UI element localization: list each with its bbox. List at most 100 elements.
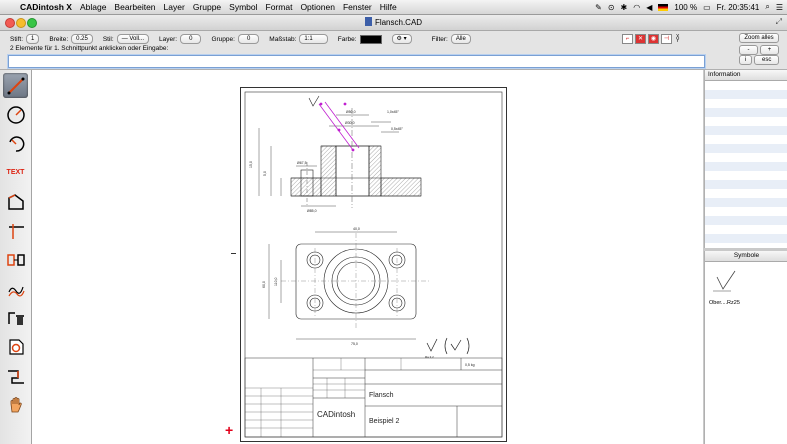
line-tool-icon xyxy=(7,77,24,94)
group-label: Gruppe: xyxy=(211,35,235,43)
technical-drawing[interactable]: Ø50,0 1,0x45° Ø30,0 0,5x45° Ø67,5 Ø85,0 … xyxy=(241,88,506,441)
group-field[interactable]: 0 xyxy=(237,34,260,44)
information-panel-title: Information xyxy=(705,70,787,81)
zoom-in-button[interactable]: + xyxy=(760,45,779,55)
fullscreen-arrows-icon[interactable]: ⤢ xyxy=(776,17,782,27)
dimension-tool-icon xyxy=(6,253,25,266)
menu-format[interactable]: Format xyxy=(266,2,293,12)
snap-xy-icon[interactable]: XY xyxy=(676,35,679,44)
menu-bearbeiten[interactable]: Bearbeiten xyxy=(114,2,155,12)
battery-icon[interactable]: ▭ xyxy=(703,3,711,12)
color-swatch[interactable] xyxy=(359,34,382,44)
arc-tool[interactable] xyxy=(3,131,28,156)
dim-d5: Ø67,5 xyxy=(297,161,307,165)
bluetooth-icon[interactable]: ✱ xyxy=(621,3,628,12)
attribute-toolbar: Stift: 1 Breite: 0.25 Stil: — Voll... La… xyxy=(0,31,787,70)
step-tool[interactable] xyxy=(3,363,28,388)
trim-tool[interactable] xyxy=(3,218,28,243)
script-menu-icon[interactable]: ✎ xyxy=(595,3,602,12)
drawing-canvas[interactable]: Ø50,0 1,0x45° Ø30,0 0,5x45° Ø67,5 Ø85,0 … xyxy=(32,70,703,444)
timemachine-icon[interactable]: ⊙ xyxy=(608,3,615,12)
dim-d10: 75,0 xyxy=(351,342,358,346)
app-menu[interactable]: CADintosh X xyxy=(20,2,72,12)
snap-center-icon[interactable]: ◉ xyxy=(648,34,659,44)
snap-perpendicular-icon[interactable]: ⊣ xyxy=(661,34,672,44)
snap-buttons: ⌐ ✕ ◉ ⊣ XY xyxy=(622,34,679,44)
title-weight: 0,5 kg xyxy=(465,363,475,367)
scale-select[interactable]: 1:1 xyxy=(299,34,328,44)
dimension-tool[interactable] xyxy=(3,247,28,272)
dim-d9: 40,0 xyxy=(353,227,360,231)
hatch-tool[interactable] xyxy=(3,276,28,301)
delete-tool-icon xyxy=(7,311,24,325)
pan-hand-icon xyxy=(10,396,22,412)
window-title-text: Flansch.CAD xyxy=(374,18,423,27)
symbol-tool[interactable] xyxy=(3,334,28,359)
info-button[interactable]: i xyxy=(739,55,753,65)
symbol-item-label: Ober....Rz25 xyxy=(709,300,740,306)
menu-optionen[interactable]: Optionen xyxy=(300,2,335,12)
hatch-tool-icon xyxy=(7,286,25,297)
wifi-icon[interactable]: ◠ xyxy=(633,3,640,12)
zoom-all-button[interactable]: Zoom alles xyxy=(739,33,779,43)
information-list[interactable] xyxy=(705,81,787,248)
volume-icon[interactable]: ◀ xyxy=(646,3,652,12)
delete-tool[interactable] xyxy=(3,305,28,330)
dim-d7: 15,0 xyxy=(249,161,253,168)
snap-endpoint-icon[interactable]: ⌐ xyxy=(622,34,633,44)
section-view xyxy=(258,108,422,208)
text-tool[interactable]: TEXT xyxy=(3,160,28,185)
pen-label: Stift: xyxy=(10,35,24,43)
sheet-edge-mark xyxy=(231,253,236,254)
menu-layer[interactable]: Layer xyxy=(164,2,185,12)
notification-list-icon[interactable]: ☰ xyxy=(776,3,783,12)
menu-hilfe[interactable]: Hilfe xyxy=(380,2,397,12)
menu-gruppe[interactable]: Gruppe xyxy=(193,2,221,12)
pen-select[interactable]: 1 xyxy=(26,34,40,44)
spotlight-search-icon[interactable]: ⌕ xyxy=(765,2,769,12)
zoom-out-button[interactable]: - xyxy=(739,45,758,55)
dim-d6: Ø85,0 xyxy=(307,209,317,213)
attribute-row: Stift: 1 Breite: 0.25 Stil: — Voll... La… xyxy=(10,34,481,44)
title-sheet: Beispiel 2 xyxy=(369,418,399,425)
menu-symbol[interactable]: Symbol xyxy=(229,2,257,12)
dim-d3: Ø30,0 xyxy=(345,121,355,125)
filter-select[interactable]: Alle xyxy=(450,34,471,44)
surface-symbol-icon xyxy=(713,270,736,292)
width-field[interactable]: 0.25 xyxy=(71,34,93,44)
german-flag-icon[interactable] xyxy=(658,3,669,11)
menu-clock[interactable]: Fr. 20:35:41 xyxy=(717,3,760,12)
dim-d15: Ra 3,2 xyxy=(425,355,434,359)
layer-field[interactable]: 0 xyxy=(180,34,202,44)
circle-tool-icon xyxy=(6,105,25,124)
surface-finish-symbol xyxy=(426,337,470,355)
escape-button[interactable]: esc xyxy=(754,55,779,65)
layer-label: Layer: xyxy=(159,35,178,43)
symbol-item[interactable]: Ober....Rz25 xyxy=(709,269,749,306)
line-tool[interactable] xyxy=(3,73,28,98)
dim-d1: Ø50,0 xyxy=(346,110,356,114)
circle-tool[interactable] xyxy=(3,102,28,127)
command-prompt: 2 Elemente für 1. Schnittpunkt anklicken… xyxy=(10,45,169,52)
settings-gear-icon[interactable]: ⚙ ▾ xyxy=(391,34,412,44)
drawing-sheet[interactable]: Ø50,0 1,0x45° Ø30,0 0,5x45° Ø67,5 Ø85,0 … xyxy=(240,87,507,442)
snap-intersection-icon[interactable]: ✕ xyxy=(635,34,646,44)
pan-tool[interactable] xyxy=(3,392,28,417)
window-title: Flansch.CAD xyxy=(0,17,787,27)
battery-percent[interactable]: 100 % xyxy=(674,3,697,12)
dim-d11: 60,0 xyxy=(262,281,266,288)
menu-ablage[interactable]: Ablage xyxy=(80,2,106,12)
style-select[interactable]: — Voll... xyxy=(116,34,150,44)
symbol-tool-icon xyxy=(8,338,24,355)
information-panel: Information xyxy=(704,70,787,248)
zoom-controls: Zoom alles - + xyxy=(739,33,779,57)
menu-fenster[interactable]: Fenster xyxy=(343,2,372,12)
step-tool-icon xyxy=(7,369,24,384)
dim-d2: 1,0x45° xyxy=(387,110,400,114)
dim-d12: 110,0 xyxy=(274,277,278,286)
input-buttons: i esc xyxy=(739,55,779,65)
color-label: Farbe: xyxy=(337,35,357,43)
dim-d8: 5,0 xyxy=(263,171,267,176)
polygon-tool[interactable] xyxy=(3,189,28,214)
command-input[interactable] xyxy=(8,55,705,68)
